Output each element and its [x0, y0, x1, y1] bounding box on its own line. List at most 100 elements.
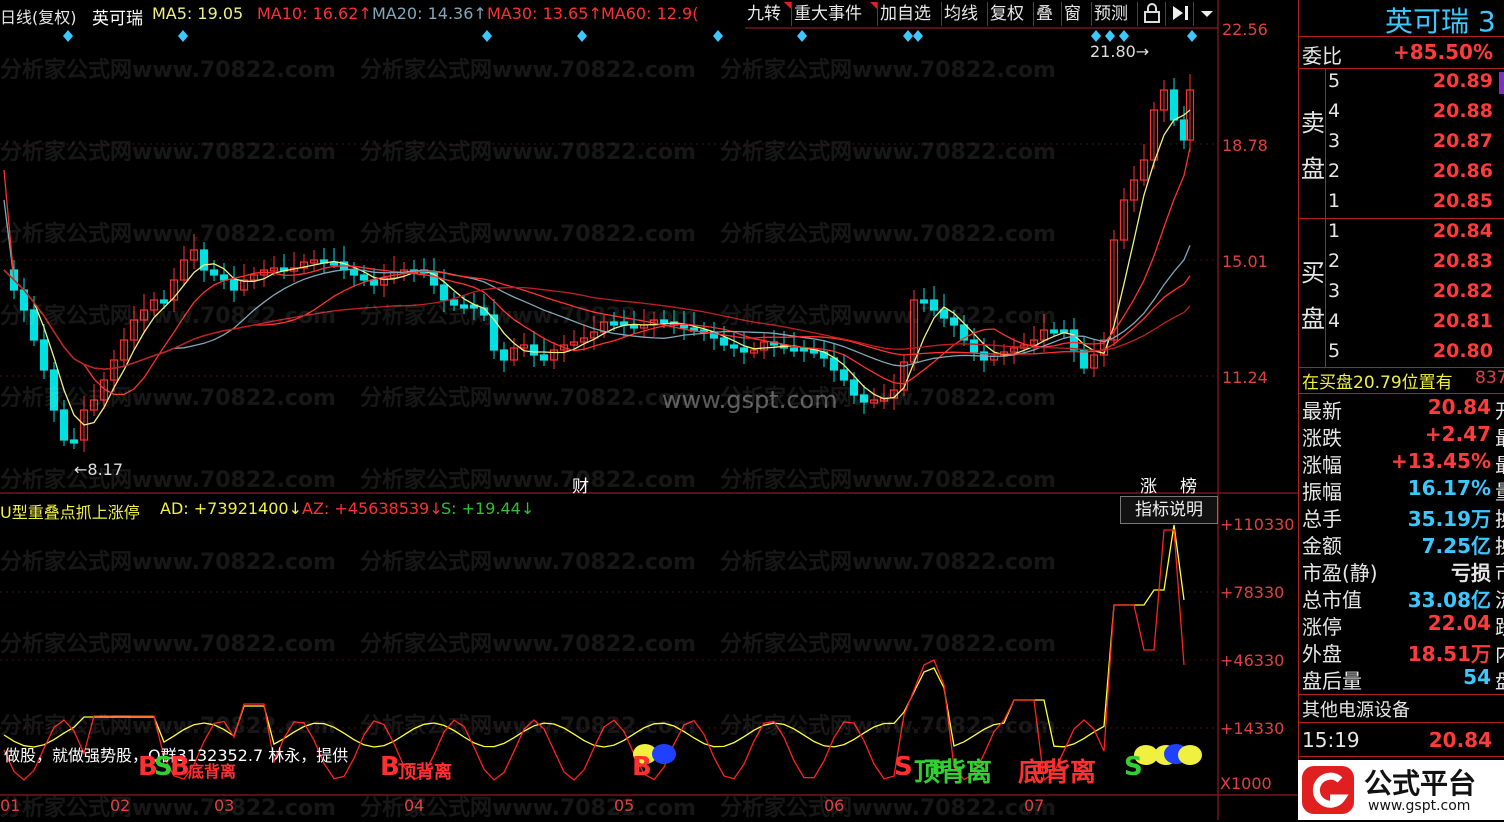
- tick-time: 15:19: [1302, 728, 1360, 752]
- stat-extra: 内: [1495, 638, 1504, 667]
- sell-level: 4: [1328, 100, 1341, 122]
- logo-url: www.gspt.com: [1368, 798, 1471, 814]
- candle-body: [529, 344, 539, 356]
- stat-extra: 开: [1495, 395, 1504, 424]
- candle-body: [219, 274, 229, 281]
- buy-row-4[interactable]: 4 20.81: [1325, 310, 1504, 340]
- indicator-az: AZ: +45638539↓: [302, 499, 443, 518]
- event-marker-icon[interactable]: [903, 30, 913, 42]
- toolbar-button-1[interactable]: 九转: [745, 2, 792, 26]
- ind-unit: X1000: [1220, 774, 1272, 793]
- toolbar-button-2[interactable]: 重大事件: [792, 2, 878, 26]
- stat-label: 涨跌: [1302, 426, 1342, 450]
- sell-row-4[interactable]: 4 20.88: [1325, 100, 1504, 130]
- period-label[interactable]: 日线(复权): [0, 4, 77, 28]
- gspt-logo[interactable]: 公式平台 www.gspt.com: [1298, 760, 1504, 820]
- sell-row-5[interactable]: 5 20.89: [1325, 70, 1504, 100]
- signal-label: B: [170, 752, 190, 782]
- stat-label: 金额: [1302, 534, 1342, 558]
- sell-row-3[interactable]: 3 20.87: [1325, 130, 1504, 160]
- sell-row-2[interactable]: 2 20.86: [1325, 160, 1504, 190]
- candle-body: [359, 274, 369, 281]
- new-flag-icon: [784, 2, 791, 9]
- watermark-text: 分析家公式网www.70822.com: [720, 468, 1056, 493]
- sector-label[interactable]: 其他电源设备: [1302, 696, 1410, 722]
- signal-label: B: [1036, 758, 1050, 779]
- watermark-text: 分析家公式网www.70822.com: [360, 468, 696, 493]
- next-button[interactable]: [1168, 2, 1194, 26]
- toolbar-label: 九转: [747, 4, 781, 24]
- indicator-name[interactable]: U型重叠点抓上涨停: [0, 499, 140, 523]
- watermark-text: 分析家公式网www.70822.com: [720, 550, 1056, 575]
- buy-row-1[interactable]: 1 20.84: [1325, 220, 1504, 250]
- event-zhang[interactable]: 涨: [1140, 472, 1157, 497]
- candle-body: [719, 337, 729, 346]
- event-bang[interactable]: 榜: [1180, 472, 1197, 497]
- toolbar-button-3[interactable]: 加自选: [878, 2, 942, 26]
- stock-name: 英可瑞: [92, 9, 143, 29]
- stat-row: 涨停 22.04跌: [1299, 611, 1504, 639]
- stat-extra: 盘: [1495, 665, 1504, 694]
- buy-row-2[interactable]: 2 20.83: [1325, 250, 1504, 280]
- event-marker-icon[interactable]: [178, 30, 188, 42]
- buy-row-3[interactable]: 3 20.82: [1325, 280, 1504, 310]
- event-marker-icon[interactable]: [482, 30, 492, 42]
- buy-level: 5: [1328, 340, 1341, 362]
- toolbar-button-4[interactable]: 均线: [942, 2, 988, 26]
- watermark-text: 分析家公式网www.70822.com: [0, 304, 336, 329]
- sell-row-1[interactable]: 1 20.85: [1325, 190, 1504, 220]
- watermark-text: 分析家公式网www.70822.com: [720, 304, 1056, 329]
- event-marker-icon[interactable]: [1187, 30, 1197, 42]
- event-marker-icon[interactable]: [797, 30, 807, 42]
- price-tick-4: 11.24: [1222, 368, 1268, 387]
- candle-body: [969, 339, 979, 353]
- watermark-text: 分析家公式网www.70822.com: [0, 386, 336, 411]
- candle-body: [1069, 329, 1079, 351]
- candle-body: [729, 344, 739, 349]
- candle-body: [839, 369, 849, 381]
- lock-button[interactable]: [1140, 2, 1166, 26]
- signal-dot: [1178, 745, 1202, 765]
- buy-row-5[interactable]: 5 20.80: [1325, 340, 1504, 370]
- event-marker-icon[interactable]: [577, 30, 587, 42]
- price-tick-2: 18.78: [1222, 136, 1268, 155]
- candle-body: [499, 349, 509, 361]
- buy-price: 20.80: [1432, 340, 1493, 362]
- buy-level: 4: [1328, 310, 1341, 332]
- sell-price: 20.86: [1432, 160, 1493, 182]
- toolbar-button-5[interactable]: 复权: [988, 2, 1034, 26]
- toolbar-button-6[interactable]: 叠: [1034, 2, 1062, 26]
- sell-price: 20.85: [1432, 190, 1493, 212]
- event-marker-icon[interactable]: [1105, 30, 1115, 42]
- stat-label: 涨幅: [1302, 453, 1342, 477]
- toolbar-button-7[interactable]: 窗: [1062, 2, 1092, 26]
- ind-tick-4: +14330: [1220, 719, 1285, 738]
- stat-label: 总手: [1302, 507, 1342, 531]
- stat-extra: 最: [1495, 422, 1504, 451]
- sell-price: 20.87: [1432, 130, 1493, 152]
- menu-button[interactable]: [1196, 2, 1218, 26]
- event-marker-icon[interactable]: [913, 30, 923, 42]
- indicator-explain-button[interactable]: 指标说明: [1120, 496, 1218, 524]
- stat-value: 54: [1463, 665, 1491, 689]
- candle-body: [209, 269, 219, 276]
- toolbar-button-8[interactable]: 预测: [1092, 2, 1138, 26]
- chart-area[interactable]: 分析家公式网www.70822.com 分析家公式网www.70822.com 分析…: [0, 0, 1298, 821]
- month-label-04: 04: [404, 796, 425, 815]
- notice-num: 837: [1475, 368, 1504, 388]
- watermark-text: 分析家公式网www.70822.com: [0, 468, 336, 493]
- event-marker-icon[interactable]: [713, 30, 723, 42]
- event-marker-icon[interactable]: [1091, 30, 1101, 42]
- ind-tick-3: +46330: [1220, 651, 1285, 670]
- toolbar-label: 均线: [944, 4, 978, 24]
- stat-extra: 换: [1495, 503, 1504, 532]
- candle-body: [69, 439, 79, 444]
- event-cai[interactable]: 财: [572, 472, 589, 497]
- buy-level: 2: [1328, 250, 1341, 272]
- candle-body: [739, 347, 749, 353]
- indicator-ad: AD: +73921400↓: [160, 499, 302, 518]
- event-marker-icon[interactable]: [63, 30, 73, 42]
- event-marker-icon[interactable]: [1119, 30, 1129, 42]
- watermark-text: 分析家公式网www.70822.com: [360, 386, 696, 411]
- month-label-07: 07: [1024, 796, 1045, 815]
